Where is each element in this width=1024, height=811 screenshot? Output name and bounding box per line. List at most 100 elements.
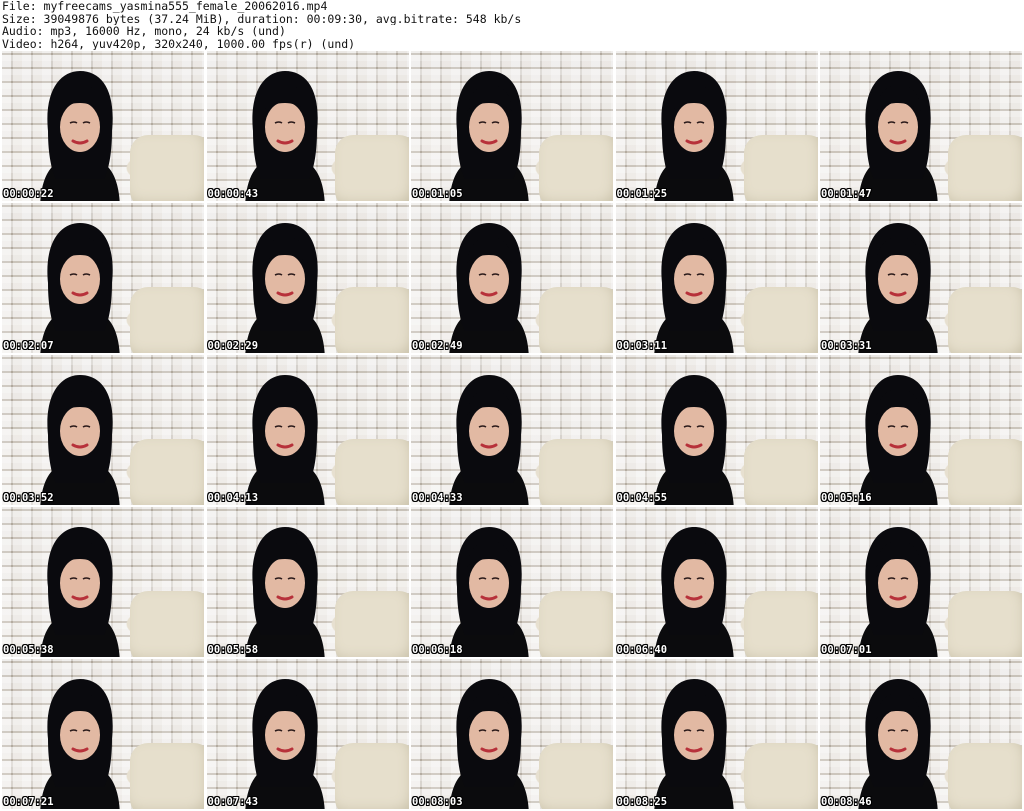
cushion-shape: [130, 135, 204, 201]
person-figure: [225, 61, 345, 201]
video-thumbnail: 00:04:55: [615, 355, 818, 505]
cushion-shape: [539, 439, 613, 505]
person-figure: [838, 517, 958, 657]
video-thumbnail: 00:02:07: [2, 203, 204, 353]
thumbnail-timestamp: 00:00:43: [207, 188, 259, 200]
person-figure: [634, 61, 754, 201]
person-figure: [429, 213, 549, 353]
video-thumbnail: 00:07:01: [820, 507, 1022, 657]
thumbnail-timestamp: 00:06:18: [412, 644, 463, 656]
person-figure: [838, 365, 958, 505]
person-figure: [225, 517, 345, 657]
thumbnail-timestamp: 00:08:03: [412, 796, 463, 808]
video-thumbnail: 00:04:13: [206, 355, 409, 505]
cushion-shape: [130, 743, 204, 809]
audio-info-line: Audio: mp3, 16000 Hz, mono, 24 kb/s (und…: [2, 25, 286, 38]
cushion-shape: [743, 439, 818, 505]
size-duration-line: Size: 39049876 bytes (37.24 MiB), durati…: [2, 12, 522, 25]
cushion-shape: [948, 135, 1022, 201]
thumbnail-timestamp: 00:05:16: [821, 492, 872, 504]
video-thumbnail: 00:01:25: [615, 51, 818, 201]
video-thumbnail: 00:03:11: [615, 203, 818, 353]
person-figure: [20, 669, 140, 809]
cushion-shape: [743, 591, 818, 657]
person-figure: [20, 365, 140, 505]
person-figure: [225, 365, 345, 505]
person-figure: [838, 669, 958, 809]
thumbnail-timestamp: 00:06:40: [616, 644, 668, 656]
thumbnail-timestamp: 00:03:31: [821, 340, 872, 352]
cushion-shape: [130, 591, 204, 657]
video-thumbnail: 00:02:29: [206, 203, 409, 353]
person-figure: [838, 213, 958, 353]
thumbnail-timestamp: 00:02:49: [412, 340, 463, 352]
cushion-shape: [539, 591, 613, 657]
cushion-shape: [539, 287, 613, 353]
cushion-shape: [539, 135, 613, 201]
thumbnail-timestamp: 00:02:29: [207, 340, 259, 352]
cushion-shape: [334, 591, 409, 657]
cushion-shape: [130, 439, 204, 505]
video-thumbnail: 00:07:21: [2, 659, 204, 809]
thumbnail-timestamp: 00:05:38: [3, 644, 54, 656]
cushion-shape: [334, 743, 409, 809]
video-thumbnail: 00:06:18: [411, 507, 613, 657]
video-thumbnail: 00:05:58: [206, 507, 409, 657]
video-thumbnail: 00:00:22: [2, 51, 204, 201]
video-thumbnail: 00:03:31: [820, 203, 1022, 353]
thumbnail-timestamp: 00:01:47: [821, 188, 872, 200]
video-info-header: File: myfreecams_yasmina555_female_20062…: [2, 0, 1022, 50]
thumbnail-timestamp: 00:07:43: [207, 796, 259, 808]
person-figure: [429, 61, 549, 201]
cushion-shape: [948, 287, 1022, 353]
cushion-shape: [130, 287, 204, 353]
person-figure: [20, 517, 140, 657]
cushion-shape: [948, 591, 1022, 657]
person-figure: [20, 61, 140, 201]
cushion-shape: [539, 743, 613, 809]
thumbnail-timestamp: 00:03:52: [3, 492, 54, 504]
video-thumbnail: 00:08:46: [820, 659, 1022, 809]
person-figure: [225, 213, 345, 353]
thumbnail-timestamp: 00:08:25: [616, 796, 668, 808]
video-thumbnail: 00:03:52: [2, 355, 204, 505]
video-thumbnail: 00:06:40: [615, 507, 818, 657]
person-figure: [429, 669, 549, 809]
file-name-line: File: myfreecams_yasmina555_female_20062…: [2, 0, 328, 13]
person-figure: [634, 213, 754, 353]
video-thumbnail: 00:05:38: [2, 507, 204, 657]
person-figure: [225, 669, 345, 809]
cushion-shape: [743, 135, 818, 201]
video-thumbnail: 00:00:43: [206, 51, 409, 201]
thumbnail-timestamp: 00:01:05: [412, 188, 463, 200]
video-thumbnail: 00:08:03: [411, 659, 613, 809]
cushion-shape: [334, 439, 409, 505]
thumbnail-grid: 00:00:22 00:00:43 00:01:05 00:01:25 00:01:47…: [2, 51, 1022, 811]
person-figure: [634, 365, 754, 505]
thumbnail-timestamp: 00:04:33: [412, 492, 463, 504]
video-thumbnail: 00:08:25: [615, 659, 818, 809]
video-thumbnail: 00:05:16: [820, 355, 1022, 505]
thumbnail-timestamp: 00:04:13: [207, 492, 259, 504]
cushion-shape: [948, 743, 1022, 809]
thumbnail-timestamp: 00:04:55: [616, 492, 668, 504]
video-thumbnail: 00:07:43: [206, 659, 409, 809]
video-thumbnail: 00:02:49: [411, 203, 613, 353]
thumbnail-timestamp: 00:00:22: [3, 188, 54, 200]
thumbnail-timestamp: 00:03:11: [616, 340, 668, 352]
cushion-shape: [743, 743, 818, 809]
person-figure: [838, 61, 958, 201]
thumbnail-timestamp: 00:07:01: [821, 644, 872, 656]
cushion-shape: [948, 439, 1022, 505]
thumbnail-timestamp: 00:01:25: [616, 188, 668, 200]
person-figure: [429, 517, 549, 657]
video-thumbnail: 00:01:05: [411, 51, 613, 201]
video-thumbnail: 00:04:33: [411, 355, 613, 505]
person-figure: [429, 365, 549, 505]
video-thumbnail: 00:01:47: [820, 51, 1022, 201]
cushion-shape: [334, 135, 409, 201]
person-figure: [634, 669, 754, 809]
person-figure: [634, 517, 754, 657]
thumbnail-timestamp: 00:08:46: [821, 796, 872, 808]
thumbnail-timestamp: 00:02:07: [3, 340, 54, 352]
